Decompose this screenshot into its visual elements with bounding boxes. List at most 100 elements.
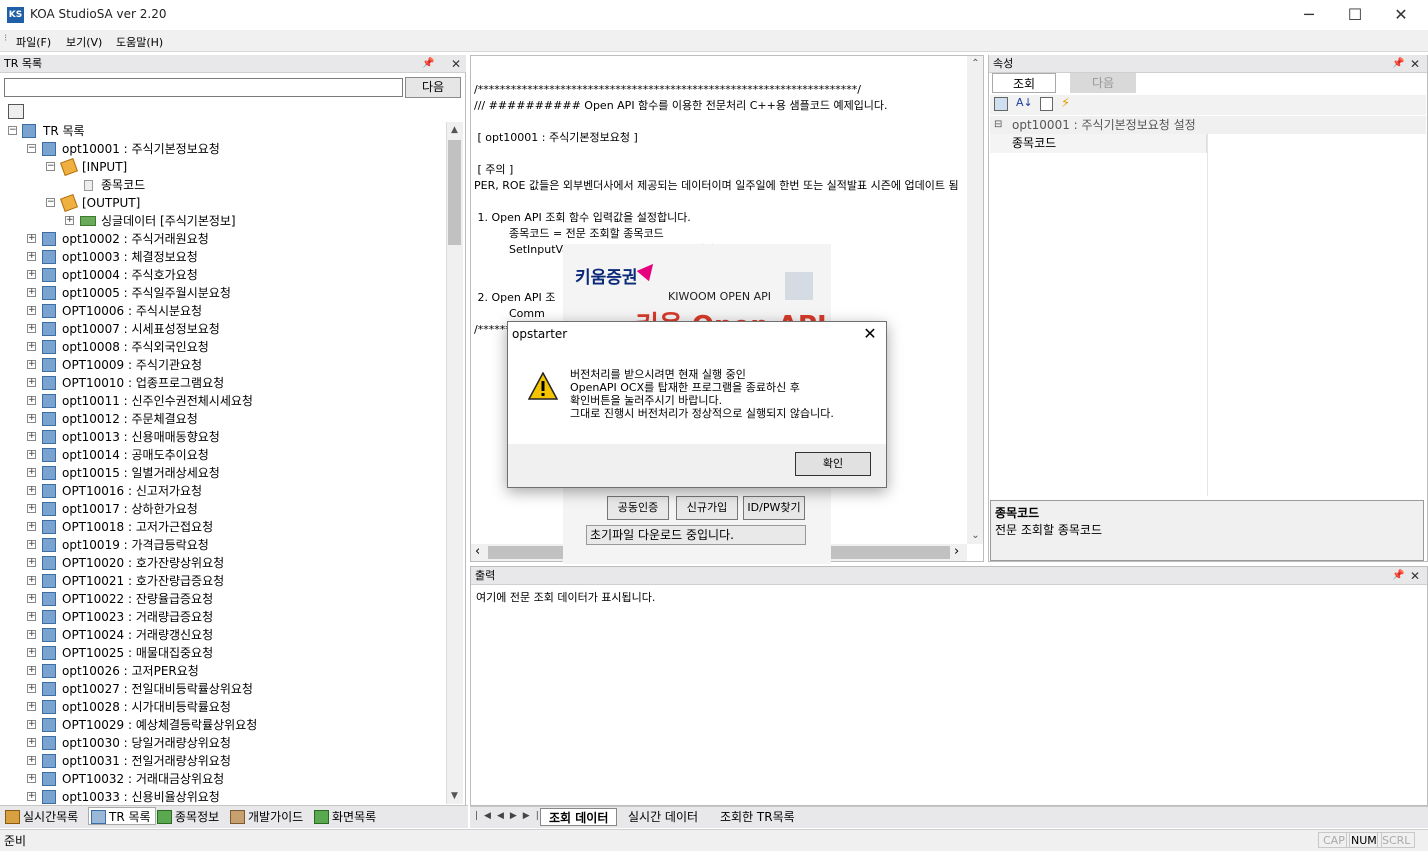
tree-item[interactable]: + opt10033 : 신용비율상위요청 xyxy=(0,788,446,804)
expand-icon[interactable]: + xyxy=(27,648,36,657)
tab-stock-info[interactable]: 종목정보 xyxy=(155,808,223,826)
expand-icon[interactable]: + xyxy=(27,540,36,549)
tree-output-group[interactable]: − [OUTPUT] xyxy=(0,194,446,212)
collapse-icon[interactable]: − xyxy=(46,198,55,207)
tree-item[interactable]: + OPT10032 : 거래대금상위요청 xyxy=(0,770,446,788)
expand-icon[interactable]: + xyxy=(27,774,36,783)
expand-icon[interactable]: + xyxy=(27,414,36,423)
expand-icon[interactable]: + xyxy=(27,756,36,765)
tree-item[interactable]: + opt10019 : 가격급등락요청 xyxy=(0,536,446,554)
tree-item[interactable]: + opt10012 : 주문체결요청 xyxy=(0,410,446,428)
cert-button[interactable]: 공동인증 xyxy=(607,496,669,520)
tree-item[interactable]: + OPT10022 : 잔량율급증요청 xyxy=(0,590,446,608)
tab-tr-list[interactable]: TR 목록 xyxy=(88,807,156,825)
tab-realtime-list[interactable]: 실시간목록 xyxy=(3,808,82,826)
tree-input-field[interactable]: 종목코드 xyxy=(0,176,446,194)
scroll-down-icon[interactable]: ⌄ xyxy=(967,530,984,541)
expand-icon[interactable]: + xyxy=(27,378,36,387)
tree-input-group[interactable]: − [INPUT] xyxy=(0,158,446,176)
expand-icon[interactable]: + xyxy=(27,702,36,711)
tree-item[interactable]: + opt10011 : 신주인수권전체시세요청 xyxy=(0,392,446,410)
menu-help[interactable]: 도움말(H) xyxy=(116,34,163,50)
tab-next[interactable]: 다음 xyxy=(1070,73,1136,93)
expand-icon[interactable]: + xyxy=(27,612,36,621)
tree-item[interactable]: + opt10002 : 주식거래원요청 xyxy=(0,230,446,248)
expand-icon[interactable]: + xyxy=(27,324,36,333)
code-vscrollbar[interactable] xyxy=(967,56,983,544)
sort-alpha-icon[interactable]: A↓ xyxy=(1016,96,1033,109)
expand-icon[interactable]: + xyxy=(27,360,36,369)
tab-query[interactable]: 조회 xyxy=(992,73,1056,93)
tree-item[interactable]: + opt10005 : 주식일주월시분요청 xyxy=(0,284,446,302)
panel-close-icon[interactable]: ✕ xyxy=(451,57,461,71)
menu-file[interactable]: 파일(F) xyxy=(16,34,51,50)
tree-item[interactable]: + OPT10010 : 업종프로그램요청 xyxy=(0,374,446,392)
scroll-left-icon[interactable]: ‹ xyxy=(475,544,480,559)
expand-icon[interactable]: + xyxy=(27,450,36,459)
tree-item[interactable]: + OPT10006 : 주식시분요청 xyxy=(0,302,446,320)
tree-item[interactable]: + opt10031 : 전일거래량상위요청 xyxy=(0,752,446,770)
expand-icon[interactable]: + xyxy=(27,666,36,675)
find-id-button[interactable]: ID/PW찾기 xyxy=(743,496,805,520)
expand-icon[interactable]: + xyxy=(27,576,36,585)
tab-queried-tr[interactable]: 조회한 TR목록 xyxy=(712,808,803,826)
tree-item[interactable]: + OPT10021 : 호가잔량급증요청 xyxy=(0,572,446,590)
signup-button[interactable]: 신규가입 xyxy=(676,496,738,520)
tab-dev-guide[interactable]: 개발가이드 xyxy=(228,808,307,826)
tree-item[interactable]: + opt10028 : 시가대비등락률요청 xyxy=(0,698,446,716)
property-category[interactable]: ⊟ opt10001 : 주식기본정보요청 설정 xyxy=(990,116,1426,134)
tab-nav-icons[interactable]: |◀◀▶▶| xyxy=(475,811,545,821)
tab-screen-list[interactable]: 화면목록 xyxy=(312,808,380,826)
pin-icon[interactable]: 📌 xyxy=(422,58,434,69)
expand-icon[interactable]: + xyxy=(27,342,36,351)
dialog-close-icon[interactable]: ✕ xyxy=(858,323,882,345)
tree-item[interactable]: + OPT10020 : 호가잔량상위요청 xyxy=(0,554,446,572)
tree-scroll-thumb[interactable] xyxy=(448,140,461,245)
expand-icon[interactable]: + xyxy=(27,630,36,639)
tree-item[interactable]: + opt10004 : 주식호가요청 xyxy=(0,266,446,284)
panel-close-icon[interactable]: ✕ xyxy=(1410,57,1420,71)
tree-item[interactable]: + opt10017 : 상하한가요청 xyxy=(0,500,446,518)
panel-close-icon[interactable]: ✕ xyxy=(1410,569,1420,583)
expand-icon[interactable]: + xyxy=(27,558,36,567)
tree-item[interactable]: + opt10003 : 체결정보요청 xyxy=(0,248,446,266)
events-icon[interactable]: ⚡ xyxy=(1061,96,1070,111)
expand-icon[interactable]: + xyxy=(27,792,36,801)
tree-item[interactable]: + OPT10023 : 거래량급증요청 xyxy=(0,608,446,626)
collapse-icon[interactable]: ⊟ xyxy=(994,116,1002,134)
expand-icon[interactable]: + xyxy=(27,270,36,279)
collapse-icon[interactable]: − xyxy=(46,162,55,171)
scroll-down-icon[interactable]: ▼ xyxy=(446,791,463,801)
expand-icon[interactable]: + xyxy=(27,396,36,405)
pin-icon[interactable]: 📌 xyxy=(1392,58,1404,69)
expand-icon[interactable]: + xyxy=(27,684,36,693)
expand-icon[interactable]: + xyxy=(65,216,74,225)
minimize-button[interactable]: ─ xyxy=(1286,0,1332,30)
expand-icon[interactable]: + xyxy=(27,486,36,495)
next-button[interactable]: 다음 xyxy=(405,77,461,98)
expand-icon[interactable]: + xyxy=(27,468,36,477)
expand-icon[interactable]: + xyxy=(27,594,36,603)
tab-query-data[interactable]: 조회 데이터 xyxy=(540,808,618,826)
ok-button[interactable]: 확인 xyxy=(795,452,871,476)
tree-item[interactable]: + opt10008 : 주식외국인요청 xyxy=(0,338,446,356)
property-row[interactable]: 종목코드 xyxy=(990,134,1426,153)
tree-item-selected[interactable]: − opt10001 : 주식기본정보요청 xyxy=(0,140,446,158)
tree-item[interactable]: + opt10014 : 공매도추이요청 xyxy=(0,446,446,464)
tree-item[interactable]: + OPT10024 : 거래량갱신요청 xyxy=(0,626,446,644)
tree-item[interactable]: + opt10007 : 시세표성정보요청 xyxy=(0,320,446,338)
tree-item[interactable]: + OPT10029 : 예상체결등락률상위요청 xyxy=(0,716,446,734)
tree-root[interactable]: − TR 목록 xyxy=(0,122,446,140)
property-pages-icon[interactable] xyxy=(1040,97,1053,111)
tree-item[interactable]: + OPT10018 : 고저가근접요청 xyxy=(0,518,446,536)
menu-view[interactable]: 보기(V) xyxy=(66,34,102,50)
tree-item[interactable]: + opt10026 : 고저PER요청 xyxy=(0,662,446,680)
collapse-icon[interactable]: − xyxy=(8,126,17,135)
maximize-button[interactable]: ☐ xyxy=(1332,0,1378,30)
expand-icon[interactable]: + xyxy=(27,522,36,531)
tree-item[interactable]: + opt10027 : 전일대비등락률상위요청 xyxy=(0,680,446,698)
expand-icon[interactable]: + xyxy=(27,720,36,729)
tree-toolbar-icon[interactable] xyxy=(8,104,24,119)
scroll-right-icon[interactable]: › xyxy=(954,544,959,559)
expand-icon[interactable]: + xyxy=(27,504,36,513)
